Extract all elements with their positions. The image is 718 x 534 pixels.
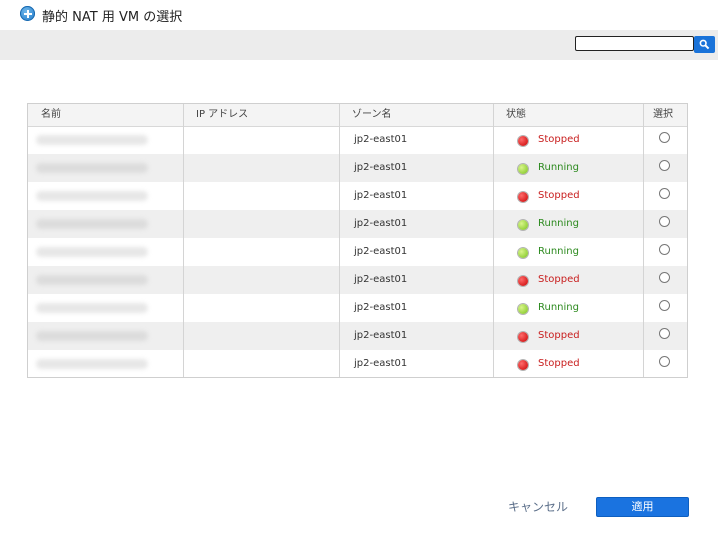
cancel-button[interactable]: キャンセル xyxy=(498,497,578,517)
column-header-status[interactable]: 状態 xyxy=(493,104,526,126)
zone-cell: jp2-east01 xyxy=(354,358,408,369)
zone-cell: jp2-east01 xyxy=(354,302,408,313)
select-radio[interactable] xyxy=(659,216,670,227)
select-radio[interactable] xyxy=(659,132,670,143)
select-radio[interactable] xyxy=(659,356,670,367)
status-label: Stopped xyxy=(538,274,580,285)
column-header-select: 選択 xyxy=(653,109,673,120)
status-label: Stopped xyxy=(538,358,580,369)
search-button[interactable] xyxy=(694,36,715,53)
zone-cell: jp2-east01 xyxy=(354,218,408,229)
vm-name-cell xyxy=(36,219,148,229)
select-radio[interactable] xyxy=(659,188,670,199)
status-indicator-icon xyxy=(518,276,528,286)
column-header-ip[interactable]: IP アドレス xyxy=(183,104,248,126)
status-indicator-icon xyxy=(518,192,528,202)
search-icon xyxy=(699,39,710,50)
table-row[interactable]: jp2-east01 Running xyxy=(28,238,687,266)
vm-name-cell xyxy=(36,247,148,257)
select-radio[interactable] xyxy=(659,272,670,283)
select-radio[interactable] xyxy=(659,160,670,171)
status-label: Stopped xyxy=(538,190,580,201)
status-indicator-icon xyxy=(518,332,528,342)
column-divider xyxy=(643,104,644,377)
vm-name-cell xyxy=(36,275,148,285)
dialog-title: 静的 NAT 用 VM の選択 xyxy=(42,10,183,25)
column-header-zone[interactable]: ゾーン名 xyxy=(339,104,392,126)
vm-name-cell xyxy=(36,303,148,313)
select-radio[interactable] xyxy=(659,328,670,339)
column-divider xyxy=(339,104,340,377)
table-row[interactable]: jp2-east01 Stopped xyxy=(28,322,687,350)
search-input[interactable] xyxy=(575,36,694,51)
table-row[interactable]: jp2-east01 Running xyxy=(28,210,687,238)
zone-cell: jp2-east01 xyxy=(354,162,408,173)
vm-name-cell xyxy=(36,191,148,201)
zone-cell: jp2-east01 xyxy=(354,190,408,201)
status-label: Stopped xyxy=(538,330,580,341)
column-header-name[interactable]: 名前 xyxy=(28,104,61,126)
table-row[interactable]: jp2-east01 Stopped xyxy=(28,350,687,378)
column-divider xyxy=(493,104,494,377)
status-label: Stopped xyxy=(538,134,580,145)
zone-cell: jp2-east01 xyxy=(354,134,408,145)
column-divider xyxy=(183,104,184,377)
vm-name-cell xyxy=(36,163,148,173)
table-row[interactable]: jp2-east01 Stopped xyxy=(28,182,687,210)
status-indicator-icon xyxy=(518,248,528,258)
zone-cell: jp2-east01 xyxy=(354,330,408,341)
vm-table: 名前 IP アドレス ゾーン名 状態 選択 jp2-east01 Stopped j… xyxy=(27,103,688,378)
table-row[interactable]: jp2-east01 Stopped xyxy=(28,266,687,294)
vm-name-cell xyxy=(36,331,148,341)
add-circle-icon xyxy=(20,6,35,21)
table-header: 名前 IP アドレス ゾーン名 状態 選択 xyxy=(28,104,687,127)
select-radio[interactable] xyxy=(659,244,670,255)
table-row[interactable]: jp2-east01 Running xyxy=(28,294,687,322)
zone-cell: jp2-east01 xyxy=(354,246,408,257)
status-indicator-icon xyxy=(518,164,528,174)
status-label: Running xyxy=(538,162,579,173)
status-indicator-icon xyxy=(518,304,528,314)
status-indicator-icon xyxy=(518,136,528,146)
status-label: Running xyxy=(538,218,579,229)
dialog-title-bar: 静的 NAT 用 VM の選択 xyxy=(0,0,718,30)
vm-name-cell xyxy=(36,135,148,145)
apply-button[interactable]: 適用 xyxy=(596,497,689,517)
table-row[interactable]: jp2-east01 Stopped xyxy=(28,126,687,154)
status-label: Running xyxy=(538,246,579,257)
select-radio[interactable] xyxy=(659,300,670,311)
zone-cell: jp2-east01 xyxy=(354,274,408,285)
table-row[interactable]: jp2-east01 Running xyxy=(28,154,687,182)
status-indicator-icon xyxy=(518,220,528,230)
vm-name-cell xyxy=(36,359,148,369)
status-indicator-icon xyxy=(518,360,528,370)
status-label: Running xyxy=(538,302,579,313)
